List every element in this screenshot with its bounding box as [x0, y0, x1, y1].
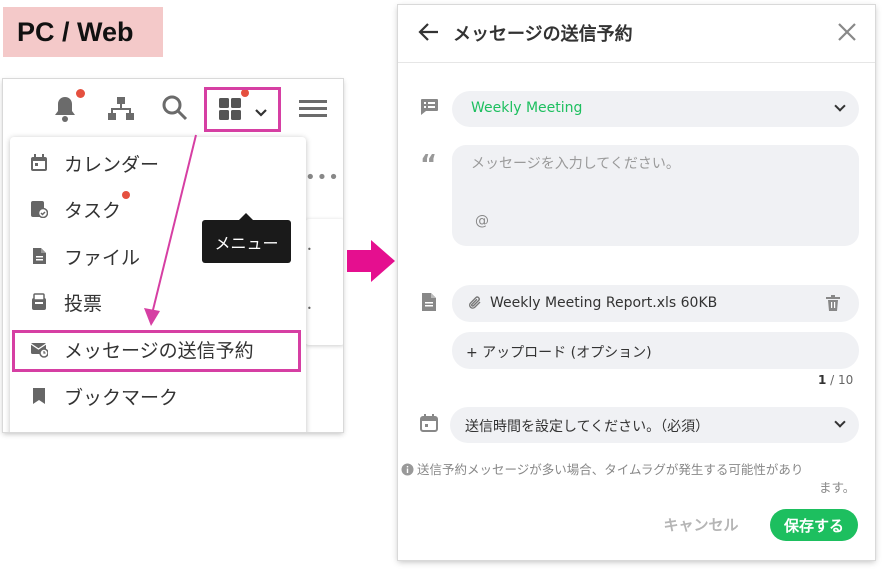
dialog-title: メッセージの送信予約 [453, 24, 633, 45]
upload-button[interactable]: + アップロード (オプション) [452, 332, 859, 369]
scheduled-message-dialog: メッセージの送信予約 Weekly Meeting “ メッセージを入力してくだ… [398, 5, 875, 560]
attachment-item: Weekly Meeting Report.xls 60KB [452, 285, 859, 322]
chat-icon [419, 98, 439, 120]
notice-text-line1: 送信予約メッセージが多い場合、タイムラグが発生する可能性があり [417, 462, 804, 477]
chevron-down-icon [834, 416, 846, 428]
quote-icon: “ [420, 150, 438, 180]
attachment-count: 1 / 10 [818, 373, 853, 387]
transition-arrow-icon [347, 240, 395, 282]
send-time-placeholder: 送信時間を設定してください。（必須） [465, 419, 710, 435]
paperclip-icon [467, 295, 483, 315]
mention-button[interactable]: @ [475, 213, 489, 229]
attachment-count-max: / 10 [826, 373, 854, 387]
cancel-button[interactable]: キャンセル [655, 509, 747, 539]
save-button[interactable]: 保存する [770, 509, 858, 541]
info-icon [401, 461, 414, 480]
room-select-value: Weekly Meeting [471, 100, 583, 116]
calendar-icon [420, 414, 438, 436]
upload-label: + アップロード (オプション) [466, 345, 652, 361]
back-arrow-icon[interactable] [418, 22, 440, 46]
file-icon [421, 292, 437, 316]
pointer-arrow [144, 134, 197, 326]
notice-text-line2: ます。 [819, 480, 856, 495]
dialog-header: メッセージの送信予約 [398, 5, 875, 63]
room-select[interactable]: Weekly Meeting [452, 91, 859, 127]
message-input[interactable]: メッセージを入力してください。 @ [452, 145, 859, 246]
chevron-down-icon [834, 100, 846, 112]
close-icon[interactable] [837, 22, 857, 46]
attachment-name: Weekly Meeting Report.xls 60KB [490, 295, 718, 311]
send-time-select[interactable]: 送信時間を設定してください。（必須） [450, 407, 859, 443]
message-placeholder: メッセージを入力してください。 [471, 156, 680, 172]
trash-icon[interactable] [826, 295, 840, 315]
